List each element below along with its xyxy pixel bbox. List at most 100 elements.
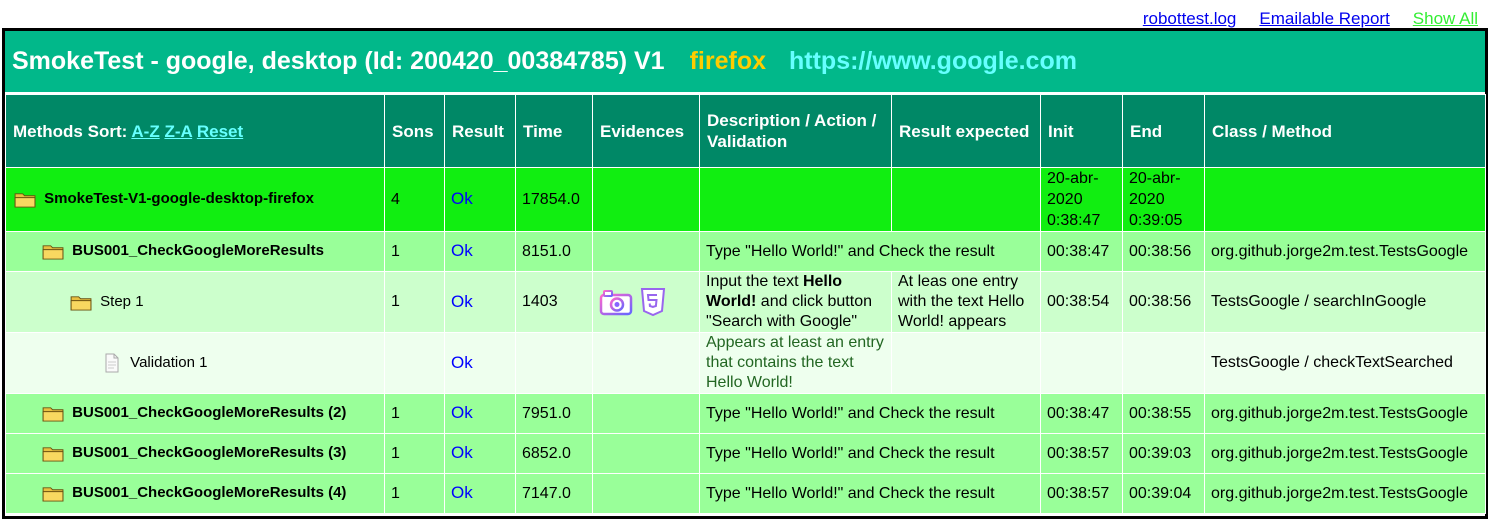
validation-expected [891, 332, 1041, 394]
class-header: Class / Method [1204, 94, 1486, 168]
test-sons: 1 [384, 393, 445, 434]
validation-init [1040, 332, 1123, 394]
methods-sort-header: Methods Sort: A-Z Z-A Reset [5, 94, 385, 168]
test-time: 6852.0 [515, 433, 593, 474]
folder-icon [42, 407, 64, 422]
test-evidences [592, 231, 700, 272]
sort-az-link[interactable]: A-Z [131, 122, 159, 141]
validation-result[interactable]: Ok [451, 353, 473, 372]
test-result[interactable]: Ok [451, 241, 473, 260]
end-header: End [1122, 94, 1205, 168]
validation-evidences [592, 332, 700, 394]
step-row[interactable]: Step 1 1 Ok 1403 Input the text Hello Wo… [5, 271, 1486, 333]
sort-za-link[interactable]: Z-A [164, 122, 192, 141]
test-result-cell: Ok [444, 473, 516, 514]
test-result[interactable]: Ok [451, 403, 473, 422]
step-description: Input the text Hello World! and click bu… [699, 271, 892, 333]
step-class: TestsGoogle / searchInGoogle [1204, 271, 1486, 333]
test-end: 00:38:55 [1122, 393, 1205, 434]
test-class: org.github.jorge2m.test.TestsGoogle [1204, 231, 1486, 272]
test-sons: 1 [384, 473, 445, 514]
folder-icon [42, 487, 64, 502]
test-result-cell: Ok [444, 231, 516, 272]
validation-class: TestsGoogle / checkTextSearched [1204, 332, 1486, 394]
suite-end-time: 0:39:05 [1129, 212, 1183, 229]
test-name-cell[interactable]: BUS001_CheckGoogleMoreResults [5, 231, 385, 272]
expected-header: Result expected [891, 94, 1041, 168]
step-expected: At leas one entry with the text Hello Wo… [891, 271, 1041, 333]
test-name-cell[interactable]: BUS001_CheckGoogleMoreResults (2) [5, 393, 385, 434]
test-row[interactable]: BUS001_CheckGoogleMoreResults (2) 1 Ok 7… [5, 393, 1486, 434]
folder-icon [42, 447, 64, 462]
suite-init: 20-abr- 2020 0:38:47 [1040, 167, 1123, 232]
test-evidences [592, 433, 700, 474]
results-table: Methods Sort: A-Z Z-A Reset Sons Result … [5, 94, 1486, 514]
suite-init-year: 2020 [1047, 191, 1083, 208]
step-desc-text: Input the text [706, 273, 803, 290]
test-init: 00:38:57 [1040, 473, 1123, 514]
test-description: Type "Hello World!" and Check the result [699, 433, 1041, 474]
time-header: Time [515, 94, 593, 168]
suite-init-time: 0:38:47 [1047, 212, 1101, 229]
step-result[interactable]: Ok [451, 292, 473, 311]
step-name-cell[interactable]: Step 1 [5, 271, 385, 333]
top-links: robottest.log Emailable Report Show All [1143, 8, 1478, 30]
validation-time [515, 332, 593, 394]
test-name-cell[interactable]: BUS001_CheckGoogleMoreResults (3) [5, 433, 385, 474]
suite-name: SmokeTest-V1-google-desktop-firefox [44, 190, 314, 208]
suite-end: 20-abr- 2020 0:39:05 [1122, 167, 1205, 232]
suite-end-year: 2020 [1129, 191, 1165, 208]
html5-icon[interactable] [640, 287, 666, 317]
camera-icon[interactable] [599, 287, 633, 317]
test-description: Type "Hello World!" and Check the result [699, 473, 1041, 514]
report-title-bar: SmokeTest - google, desktop (Id: 200420_… [5, 31, 1485, 94]
suite-row[interactable]: SmokeTest-V1-google-desktop-firefox 4 Ok… [5, 167, 1486, 232]
test-result-cell: Ok [444, 433, 516, 474]
test-init: 00:38:47 [1040, 393, 1123, 434]
test-init: 00:38:47 [1040, 231, 1123, 272]
init-header: Init [1040, 94, 1123, 168]
test-name: BUS001_CheckGoogleMoreResults (3) [72, 444, 347, 462]
sort-reset-link[interactable]: Reset [197, 122, 243, 141]
suite-result[interactable]: Ok [451, 189, 473, 208]
test-row[interactable]: BUS001_CheckGoogleMoreResults (3) 1 Ok 6… [5, 433, 1486, 474]
test-end: 00:39:03 [1122, 433, 1205, 474]
test-sons: 1 [384, 231, 445, 272]
show-all-link[interactable]: Show All [1413, 9, 1478, 29]
step-time: 1403 [515, 271, 593, 333]
validation-row[interactable]: Validation 1 Ok Appears at least an entr… [5, 332, 1486, 394]
sons-header: Sons [384, 94, 445, 168]
step-evidences [592, 271, 700, 333]
description-header: Description / Action / Validation [699, 94, 892, 168]
validation-name: Validation 1 [130, 354, 208, 372]
robottest-log-link[interactable]: robottest.log [1143, 9, 1237, 29]
test-name-cell[interactable]: BUS001_CheckGoogleMoreResults (4) [5, 473, 385, 514]
test-row[interactable]: BUS001_CheckGoogleMoreResults (4) 1 Ok 7… [5, 473, 1486, 514]
test-name: BUS001_CheckGoogleMoreResults (2) [72, 404, 347, 422]
step-sons: 1 [384, 271, 445, 333]
test-result[interactable]: Ok [451, 443, 473, 462]
suite-description [699, 167, 892, 232]
suite-expected [891, 167, 1041, 232]
validation-description: Appears at least an entry that contains … [699, 332, 892, 394]
evidences-header: Evidences [592, 94, 700, 168]
header-row: Methods Sort: A-Z Z-A Reset Sons Result … [5, 94, 1486, 168]
suite-name-cell[interactable]: SmokeTest-V1-google-desktop-firefox [5, 167, 385, 232]
validation-name-cell[interactable]: Validation 1 [5, 332, 385, 394]
validation-sons [384, 332, 445, 394]
test-row[interactable]: BUS001_CheckGoogleMoreResults 1 Ok 8151.… [5, 231, 1486, 272]
step-init: 00:38:54 [1040, 271, 1123, 333]
report-title: SmokeTest - google, desktop (Id: 200420_… [12, 47, 665, 75]
test-name: BUS001_CheckGoogleMoreResults (4) [72, 484, 347, 502]
test-init: 00:38:57 [1040, 433, 1123, 474]
test-class: org.github.jorge2m.test.TestsGoogle [1204, 473, 1486, 514]
suite-init-date: 20-abr- [1047, 170, 1099, 187]
test-result[interactable]: Ok [451, 483, 473, 502]
test-result-cell: Ok [444, 393, 516, 434]
methods-sort-label: Methods Sort: [13, 121, 128, 141]
folder-icon [70, 295, 92, 311]
test-class: org.github.jorge2m.test.TestsGoogle [1204, 393, 1486, 434]
browser-name: firefox [689, 47, 766, 75]
emailable-report-link[interactable]: Emailable Report [1259, 9, 1389, 29]
suite-class [1204, 167, 1486, 232]
